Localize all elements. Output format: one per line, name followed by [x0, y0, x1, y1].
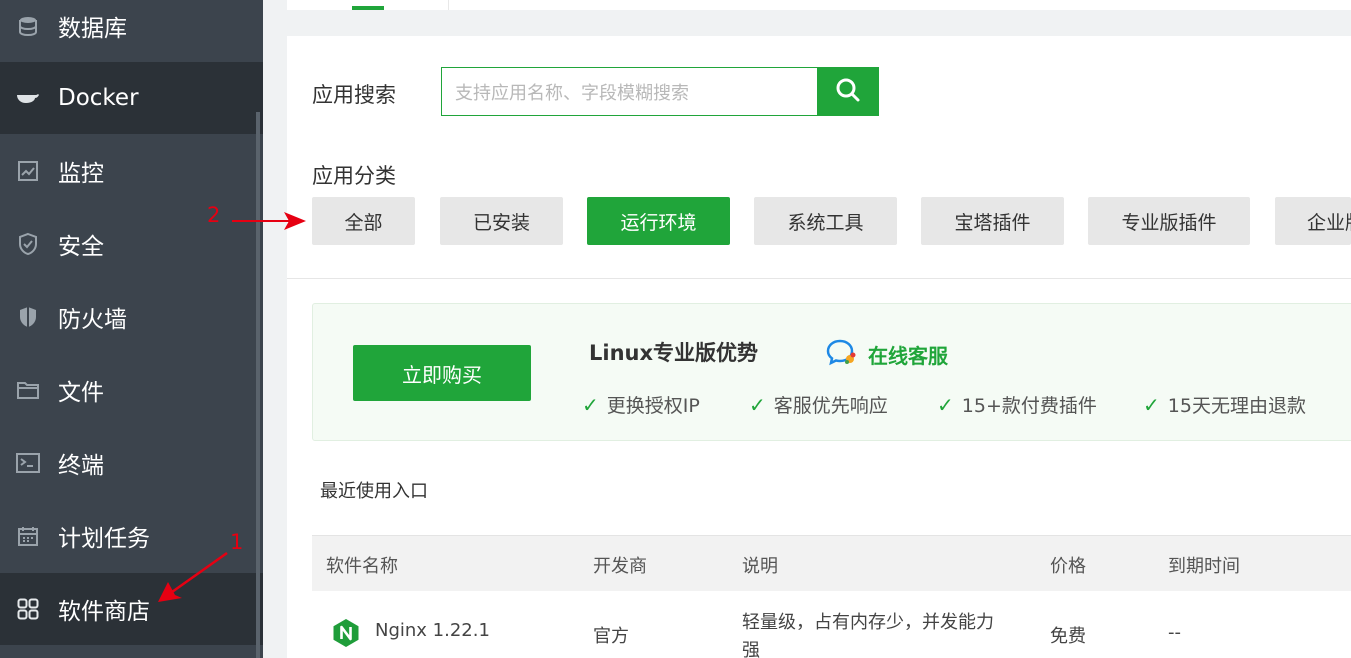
check-icon: ✓: [749, 392, 766, 417]
sidebar-item-label: 安全: [58, 234, 104, 260]
search-label: 应用搜索: [312, 83, 396, 107]
check-icon: ✓: [1143, 392, 1160, 417]
sidebar-item-app-store[interactable]: 软件商店: [0, 573, 263, 645]
firewall-icon: [16, 305, 40, 329]
sidebar-item-label: 数据库: [58, 16, 127, 42]
calendar-icon: [16, 524, 40, 548]
annotation-marker-2: 2: [207, 203, 221, 227]
sidebar-item-monitor[interactable]: 监控: [0, 135, 263, 207]
app-price: 免费: [1050, 626, 1086, 647]
app-grid-icon: [16, 597, 40, 621]
section-divider: [287, 278, 1351, 279]
benefit-label: 客服优先响应: [773, 395, 888, 417]
search-icon: [835, 77, 861, 107]
sidebar-item-label: 终端: [58, 453, 104, 479]
sidebar-scrollbar[interactable]: [256, 112, 260, 658]
benefit-label: 15+款付费插件: [961, 395, 1097, 417]
sidebar-item-label: Docker: [58, 85, 139, 111]
column-header-price: 价格: [1050, 556, 1086, 577]
active-tab-indicator: [352, 6, 384, 10]
sidebar-item-terminal[interactable]: 终端: [0, 427, 263, 499]
database-icon: [16, 14, 40, 38]
sidebar-item-label: 监控: [58, 161, 104, 187]
category-bt-plugins[interactable]: 宝塔插件: [921, 197, 1064, 245]
sidebar-item-cron[interactable]: 计划任务: [0, 500, 263, 572]
benefit-item: ✓ 更换授权IP: [582, 391, 700, 418]
check-icon: ✓: [937, 392, 954, 417]
category-runtime[interactable]: 运行环境: [587, 197, 730, 245]
column-header-expire: 到期时间: [1168, 556, 1240, 577]
sidebar-item-firewall[interactable]: 防火墙: [0, 281, 263, 353]
benefit-item: ✓ 客服优先响应: [749, 391, 888, 418]
top-tab-card: [287, 0, 1351, 10]
online-service-link[interactable]: 在线客服: [826, 338, 948, 371]
app-name-link[interactable]: Nginx 1.22.1: [375, 620, 490, 641]
annotation-marker-1: 1: [230, 530, 244, 554]
online-service-label: 在线客服: [868, 344, 948, 368]
column-header-name: 软件名称: [326, 556, 398, 577]
column-header-vendor: 开发商: [593, 556, 647, 577]
folder-icon: [16, 378, 40, 402]
category-enterprise-plugins[interactable]: 企业版插件: [1275, 197, 1351, 245]
category-pro-plugins[interactable]: 专业版插件: [1088, 197, 1250, 245]
search-input[interactable]: 支持应用名称、字段模糊搜索: [441, 67, 818, 116]
category-label: 应用分类: [312, 164, 396, 188]
terminal-icon: [16, 451, 40, 475]
shield-check-icon: [16, 232, 40, 256]
nginx-logo-icon: [332, 618, 360, 648]
app-vendor: 官方: [593, 626, 629, 647]
sidebar-item-database[interactable]: 数据库: [0, 0, 263, 62]
sidebar-item-docker[interactable]: Docker: [0, 62, 263, 134]
search-button[interactable]: [817, 67, 879, 116]
category-installed[interactable]: 已安装: [440, 197, 563, 245]
column-header-description: 说明: [742, 556, 778, 577]
sidebar: 数据库 Docker 监控 安全 防火墙 文件 终端 计划任务 软件商店: [0, 0, 263, 658]
chat-bubble-icon: [826, 338, 858, 371]
app-description-line1: 轻量级，占有内存少，并发能力: [742, 612, 994, 633]
promo-title: Linux专业版优势: [589, 341, 759, 365]
check-icon: ✓: [582, 392, 599, 417]
sidebar-item-label: 文件: [58, 380, 104, 406]
app-description-line2: 强: [742, 640, 760, 658]
tab-divider: [448, 0, 449, 10]
benefit-item: ✓ 15天无理由退款: [1143, 391, 1306, 418]
sidebar-item-label: 软件商店: [58, 599, 150, 625]
sidebar-item-label: 计划任务: [58, 526, 150, 552]
benefit-item: ✓ 15+款付费插件: [937, 391, 1097, 418]
buy-now-button[interactable]: 立即购买: [353, 345, 531, 401]
category-all[interactable]: 全部: [312, 197, 415, 245]
benefit-label: 更换授权IP: [606, 395, 700, 417]
recent-apps-label: 最近使用入口: [320, 481, 428, 502]
monitor-icon: [16, 159, 40, 183]
docker-icon: [16, 86, 40, 110]
sidebar-item-files[interactable]: 文件: [0, 354, 263, 426]
app-expire: --: [1168, 622, 1181, 643]
sidebar-item-label: 防火墙: [58, 307, 127, 333]
category-system-tools[interactable]: 系统工具: [754, 197, 897, 245]
benefit-label: 15天无理由退款: [1167, 395, 1306, 417]
sidebar-item-security[interactable]: 安全: [0, 208, 263, 280]
